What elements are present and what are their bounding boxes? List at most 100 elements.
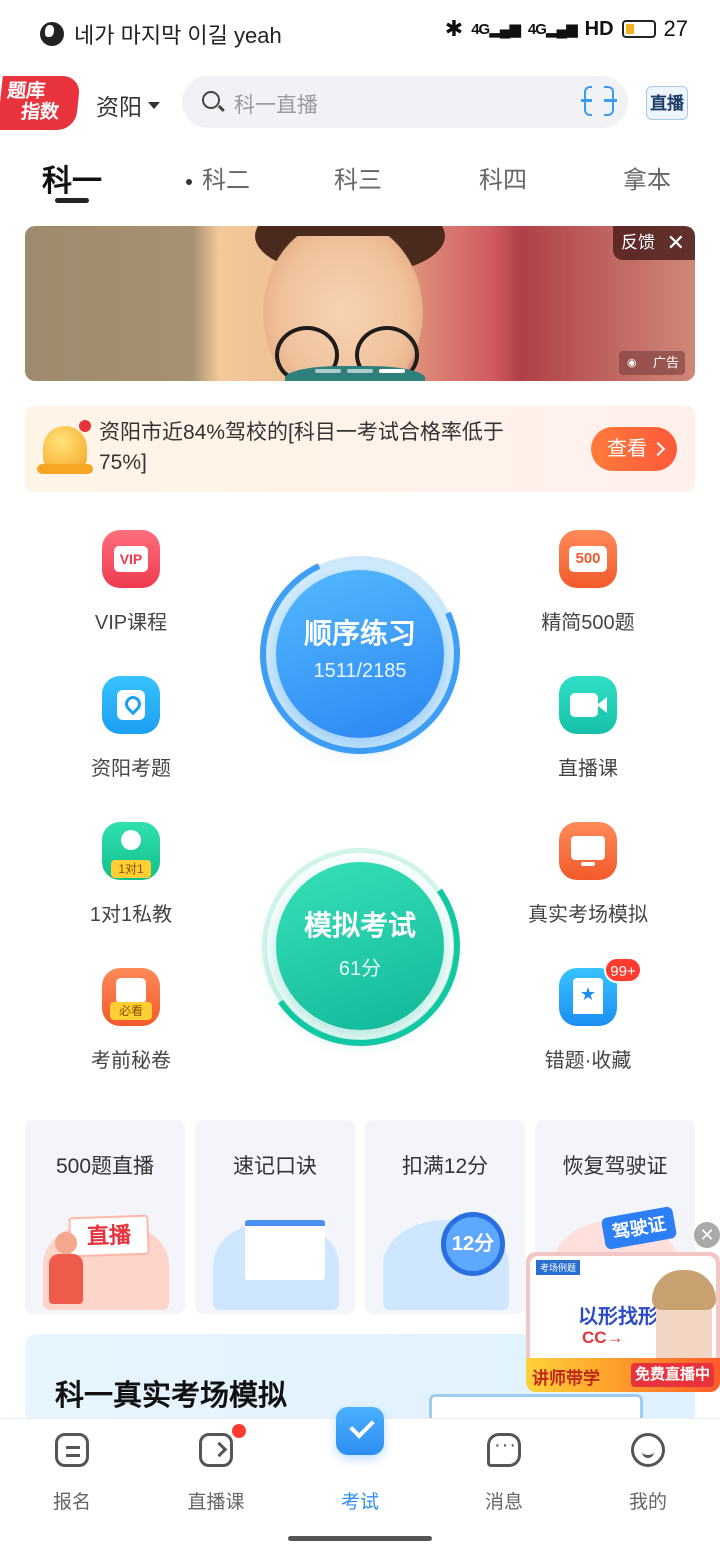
card-500-live[interactable]: 500题直播 直播 (25, 1120, 185, 1314)
scan-icon[interactable] (581, 84, 617, 118)
card-title: 扣满12分 (401, 1155, 489, 1178)
video-icon (559, 676, 617, 734)
feature-label: 精简500题 (541, 612, 635, 634)
tab-live-class[interactable]: 直播课 (156, 1433, 276, 1514)
tab-naben[interactable]: 拿本 (623, 160, 671, 195)
search-bar[interactable]: 科一直播 (182, 76, 628, 128)
teacher-avatar (652, 1270, 716, 1366)
tab-label: 报名 (52, 1492, 91, 1513)
feature-label: 真实考场模拟 (528, 904, 648, 926)
feedback-label: 反馈 (621, 233, 655, 252)
carousel-dot (347, 369, 373, 373)
live-button[interactable]: 直播 (646, 86, 688, 120)
mock-exam-core (276, 862, 444, 1030)
tab-label: 考试 (340, 1492, 379, 1513)
exam-icon[interactable] (336, 1407, 384, 1455)
live-tv-icon (199, 1433, 233, 1467)
500-icon (559, 530, 617, 588)
card-12-points[interactable]: 扣满12分 12分 (365, 1120, 525, 1314)
feature-private-tutor[interactable]: 1对1私教 (51, 822, 211, 927)
profile-icon (631, 1433, 665, 1467)
tiku-index-logo[interactable]: 题库 指数 (0, 76, 81, 130)
practice-title: 顺序练习 (303, 618, 416, 649)
feature-label: 错题·收藏 (544, 1050, 632, 1072)
signup-icon (55, 1433, 89, 1467)
status-bar: 네가 마지막 이길 yeah ✱ 4G▂▄▆ 4G▂▄▆ HD 27 (0, 0, 720, 62)
ad-header: 考场例题 (536, 1260, 581, 1275)
tab-ke2[interactable]: 科二 (186, 160, 250, 195)
ad-subline: CC→ (582, 1328, 624, 1347)
practice-progress: 1511/2185 (313, 660, 407, 682)
home-indicator[interactable] (288, 1536, 432, 1541)
feedback-button[interactable]: 反馈 ✕ (613, 226, 695, 260)
tab-label: 消息 (484, 1492, 523, 1513)
notice-text: 资阳市近84%驾校的[科目一考试合格率低于75%] (99, 421, 504, 474)
status-left: 네가 마지막 이길 yeah (40, 18, 282, 50)
mock-exam-title: 模拟考试 (303, 910, 416, 941)
card-title: 500题直播 (55, 1155, 155, 1178)
ad-banner[interactable]: 反馈 ✕ 广告 (25, 226, 695, 381)
ad-right-label: 免费直播中 (630, 1363, 714, 1387)
tab-label: 直播课 (187, 1492, 245, 1513)
mock-exam-score: 61分 (338, 958, 382, 980)
tab-messages[interactable]: 消息 (444, 1433, 564, 1514)
card-mnemonics[interactable]: 速记口诀 (195, 1120, 355, 1314)
city-selector[interactable]: 资阳 (96, 88, 160, 122)
ad-left-label: 讲师带学 (532, 1369, 600, 1388)
tab-ke3[interactable]: 科三 (334, 160, 382, 195)
feature-vip-course[interactable]: VIP课程 (51, 530, 211, 635)
card-title: 恢复驾驶证 (562, 1155, 668, 1178)
pass-rate-notice[interactable]: 资阳市近84%驾校的[科目一考试合格率低于75%] 查看 (25, 406, 695, 492)
tab-profile[interactable]: 我的 (588, 1433, 708, 1514)
person-illustration (55, 1232, 77, 1254)
feature-label: 资阳考题 (91, 758, 171, 780)
carousel-dot (315, 369, 341, 373)
subject-tabs: 科一 科二 科三 科四 拿本 (0, 150, 720, 210)
close-icon[interactable]: ✕ (694, 1222, 720, 1248)
section-title: 科一真实考场模拟 (55, 1380, 288, 1412)
bell-icon (35, 420, 93, 478)
sequential-practice-button[interactable]: 顺序练习 1511/2185 (231, 525, 489, 783)
feature-secret-paper[interactable]: 考前秘卷 (51, 968, 211, 1073)
message-icon (487, 1433, 521, 1467)
city-label: 资阳 (96, 94, 142, 120)
battery-percent: 27 (663, 16, 688, 41)
ad-headline: 以形找形 (578, 1306, 658, 1328)
floating-live-ad[interactable]: 考场例题 以形找形 CC→ 讲师带学 免费直播中 (526, 1252, 720, 1392)
mistakes-count-badge: 99+ (604, 957, 642, 983)
feature-local-questions[interactable]: 资阳考题 (51, 676, 211, 781)
vip-icon (102, 530, 160, 588)
feature-mistakes-favorites[interactable]: 错题·收藏 (508, 968, 668, 1073)
card-title: 速记口诀 (233, 1155, 317, 1178)
feature-500-questions[interactable]: 精简500题 (508, 530, 668, 635)
12-points-badge: 12分 (441, 1212, 505, 1276)
feature-label: 直播课 (558, 758, 618, 780)
document-illustration (245, 1220, 325, 1280)
tab-ke2-label: 科二 (202, 167, 250, 194)
carousel-dots (315, 369, 405, 373)
live-class-notification-dot (232, 1424, 246, 1438)
battery-fill (625, 24, 634, 34)
tab-ke4[interactable]: 科四 (479, 160, 527, 195)
tab-signup[interactable]: 报名 (12, 1433, 132, 1514)
ad-bottom-bar: 讲师带学 免费直播中 (526, 1358, 720, 1392)
bell-dot (79, 420, 91, 432)
tab-ke1[interactable]: 科一 (42, 156, 102, 200)
close-icon[interactable]: ✕ (667, 226, 685, 260)
now-playing-text: 네가 마지막 이길 yeah (74, 23, 282, 48)
logo-line1: 题库 (6, 81, 47, 102)
feature-label: 考前秘卷 (91, 1050, 171, 1072)
logo-line2: 指数 (19, 102, 61, 123)
caret-down-icon (148, 101, 160, 109)
feature-live-class[interactable]: 直播课 (508, 676, 668, 781)
view-button[interactable]: 查看 (591, 427, 677, 471)
new-dot (186, 178, 192, 185)
mock-exam-button[interactable]: 模拟考试 61分 (244, 830, 476, 1062)
search-placeholder: 科一直播 (234, 94, 318, 117)
location-icon (102, 676, 160, 734)
person-body-illustration (49, 1254, 83, 1304)
bell-rim (37, 464, 93, 474)
ad-tag: 广告 (619, 351, 685, 375)
signal-icon: 4G▂▄▆ (471, 21, 521, 38)
feature-real-exam-sim[interactable]: 真实考场模拟 (508, 822, 668, 927)
